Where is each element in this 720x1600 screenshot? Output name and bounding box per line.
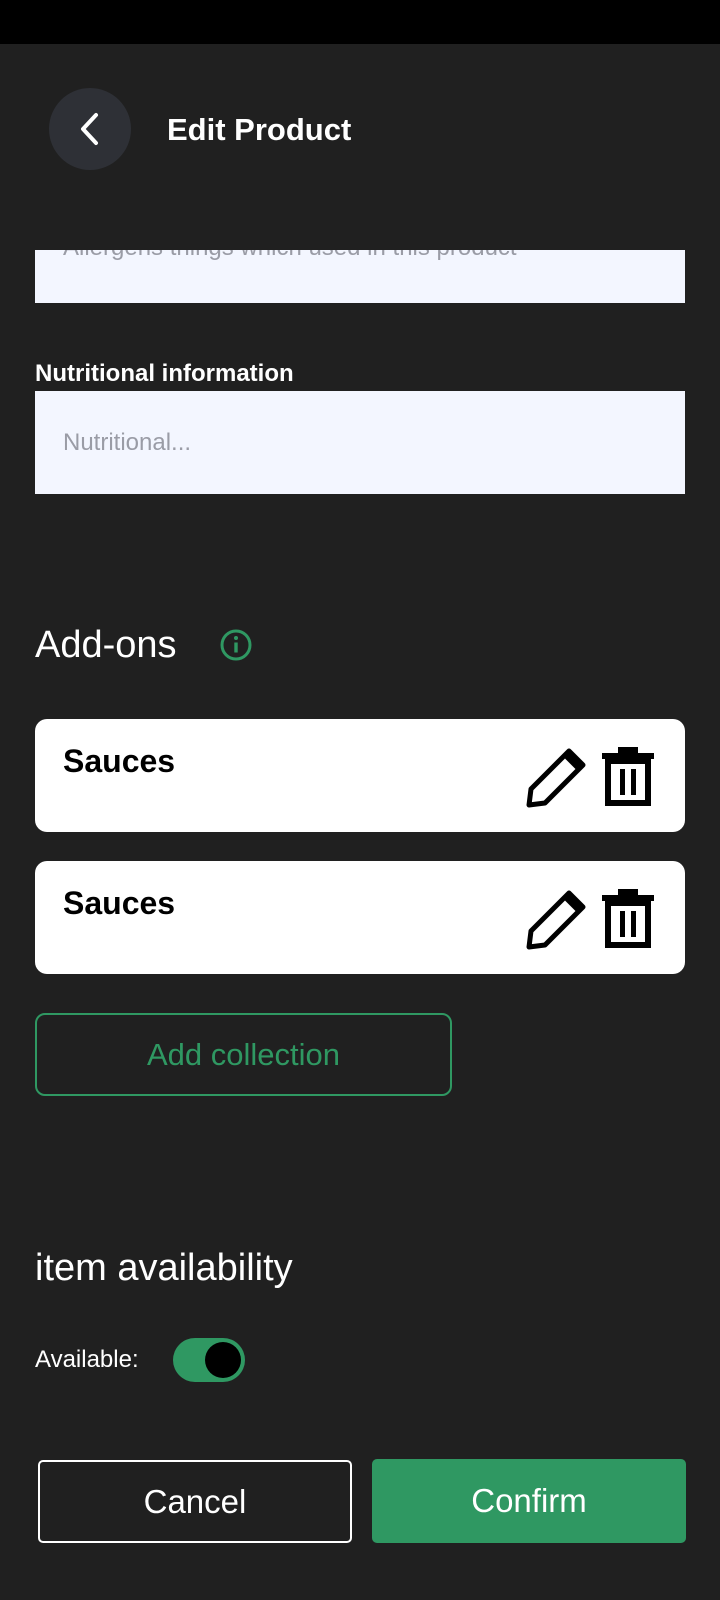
cancel-button[interactable]: Cancel: [38, 1460, 352, 1543]
addon-name: Sauces: [63, 885, 176, 921]
edit-icon[interactable]: [525, 747, 587, 809]
add-collection-button[interactable]: Add collection: [35, 1013, 452, 1096]
confirm-button[interactable]: Confirm: [372, 1459, 686, 1543]
addon-card: Sauces: [35, 861, 685, 974]
chevron-left-icon: [81, 113, 98, 145]
addons-title: Add-ons: [35, 624, 177, 666]
page-title: Edit Product: [167, 112, 352, 147]
addon-name: Sauces: [63, 743, 176, 779]
nutrition-placeholder: Nutritional...: [63, 429, 192, 456]
nutrition-field[interactable]: Nutritional...: [35, 391, 685, 494]
addon-card: Sauces: [35, 719, 685, 832]
available-label: Available:: [35, 1346, 139, 1373]
info-icon[interactable]: [219, 628, 253, 662]
availability-toggle[interactable]: [173, 1338, 245, 1382]
status-bar: [0, 0, 720, 44]
toggle-knob: [205, 1342, 241, 1378]
trash-icon[interactable]: [598, 887, 658, 949]
trash-icon[interactable]: [598, 745, 658, 807]
edit-icon[interactable]: [525, 889, 587, 951]
back-button[interactable]: [49, 88, 131, 170]
availability-title: item availability: [35, 1247, 293, 1289]
nutrition-label: Nutritional information: [35, 360, 294, 387]
